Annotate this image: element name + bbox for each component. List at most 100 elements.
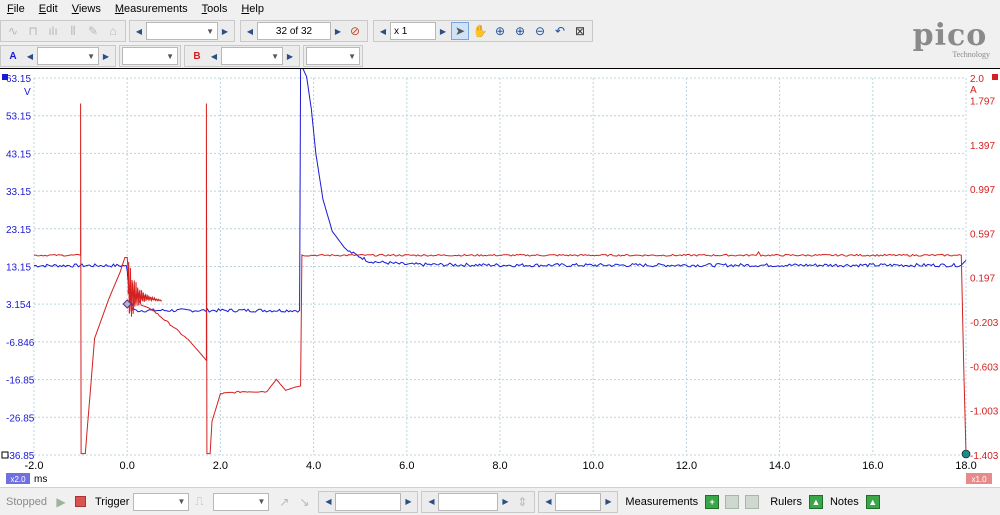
trigger-level-field[interactable] [335, 492, 402, 511]
channel-b-range-dropdown[interactable]: ▼ [221, 47, 283, 65]
zoom-next-button[interactable]: ▶ [436, 22, 450, 40]
x-tick-label: 16.0 [862, 460, 883, 472]
menu-help[interactable]: Help [234, 0, 271, 18]
pretrigger-group: ◀ ▶ ⇕ [421, 490, 536, 513]
channel-b-coupling-dropdown[interactable]: ▼ [306, 47, 360, 65]
left-tick-label: -16.85 [6, 376, 35, 387]
zoom-factor-field[interactable]: x 1 [390, 22, 436, 40]
logo-word: pico [912, 18, 988, 53]
buffer-next-button[interactable]: ▶ [331, 22, 345, 40]
select-pointer-icon[interactable]: ➤ [451, 22, 469, 40]
persistence-mode-icon[interactable]: ⊓ [24, 22, 42, 40]
buffer-prev-button[interactable]: ◀ [243, 22, 257, 40]
right-tick-label: 1.397 [970, 141, 995, 152]
trigger-level-next[interactable]: ▶ [401, 493, 415, 511]
timebase-prev-button[interactable]: ◀ [132, 22, 146, 40]
probe-icon[interactable]: ✎ [84, 22, 102, 40]
left-scale-badge-text: x2.0 [10, 475, 26, 484]
x-tick-label: 8.0 [492, 460, 507, 472]
channel-a-range-next[interactable]: ▶ [99, 47, 113, 65]
right-tick-label: -1.403 [970, 451, 999, 462]
right-tick-label: -0.603 [970, 362, 999, 373]
zoom-prev-button[interactable]: ◀ [376, 22, 390, 40]
channel-b-button[interactable]: B [187, 47, 207, 65]
right-scale-badge-text: x1.0 [971, 475, 987, 484]
stop-icon[interactable] [72, 493, 90, 511]
trigger-level-group: ◀ ▶ [318, 490, 419, 513]
add-view-icon[interactable]: ⫴ [64, 22, 82, 40]
spectrum-mode-icon[interactable]: ılı [44, 22, 62, 40]
left-tick-label: 63.15 [6, 74, 31, 85]
trigger-level-prev[interactable]: ◀ [321, 493, 335, 511]
time-axis-marker [1, 451, 9, 459]
timebase-dropdown[interactable]: ▼ [146, 22, 218, 40]
pretrigger-next[interactable]: ▶ [498, 493, 512, 511]
menu-edit[interactable]: Edit [32, 0, 65, 18]
channel-a-range-prev[interactable]: ◀ [23, 47, 37, 65]
delay-field[interactable] [555, 492, 602, 511]
x-tick-label: 12.0 [676, 460, 697, 472]
scope-view[interactable]: -2.0 0.0 2.0 4.0 6.0 8.0 10.0 12.0 14.0 16.0 18.0 m… [0, 63, 1000, 487]
left-tick-label: 43.15 [6, 149, 31, 160]
zoom-area-icon[interactable]: ⊕ [511, 22, 529, 40]
delete-measurement-icon[interactable] [745, 494, 760, 509]
x-tick-label: 14.0 [769, 460, 790, 472]
channel-b-range-next[interactable]: ▶ [283, 47, 297, 65]
channel-a-coupling-group: ▼ [119, 45, 181, 67]
run-icon[interactable]: ▶ [52, 493, 70, 511]
falling-edge-icon[interactable]: ↘ [295, 493, 313, 511]
rising-edge-icon[interactable]: ↗ [275, 493, 293, 511]
zoom-overview-icon[interactable]: ⊠ [571, 22, 589, 40]
pico-logo: pico Technology [904, 20, 996, 64]
delay-next[interactable]: ▶ [601, 493, 615, 511]
right-tick-label: -1.003 [970, 407, 999, 418]
x-tick-label: 4.0 [306, 460, 321, 472]
left-tick-label: 53.15 [6, 112, 31, 123]
rulers-toggle-icon[interactable]: ▲ [808, 494, 823, 509]
undo-zoom-icon[interactable]: ↶ [551, 22, 569, 40]
zoom-in-icon[interactable]: ⊕ [491, 22, 509, 40]
trigger-settings-icon[interactable]: ⎍ [190, 493, 208, 511]
channel-a-coupling-dropdown[interactable]: ▼ [122, 47, 178, 65]
left-tick-label: 33.15 [6, 187, 31, 198]
notes-label: Notes [829, 495, 859, 508]
trigger-label: Trigger [94, 495, 130, 508]
edit-measurement-icon[interactable] [725, 494, 740, 509]
timebase-next-button[interactable]: ▶ [218, 22, 232, 40]
left-tick-label: 13.15 [6, 263, 31, 274]
channel-a-range-dropdown[interactable]: ▼ [37, 47, 99, 65]
channel-a-button[interactable]: A [3, 47, 23, 65]
right-tick-label: -0.203 [970, 318, 999, 329]
delay-group: ◀ ▶ [538, 490, 619, 513]
status-bar: Stopped ▶ Trigger ▼ ⎍ ▼ ↗ ↘ ◀ ▶ ◀ ▶ ⇕ ◀ … [0, 487, 1000, 515]
pretrigger-slider-icon[interactable]: ⇕ [513, 493, 531, 511]
left-tick-label: -26.85 [6, 413, 35, 424]
buffer-navigator-icon[interactable]: ⊘ [346, 22, 364, 40]
zoom-out-icon[interactable]: ⊖ [531, 22, 549, 40]
menu-file[interactable]: File [0, 0, 32, 18]
right-tick-label: 0.997 [970, 185, 995, 196]
channel-b-coupling-group: ▼ [303, 45, 363, 67]
end-marker [961, 449, 971, 459]
pretrigger-field[interactable] [438, 492, 499, 511]
menu-tools[interactable]: Tools [195, 0, 235, 18]
x-tick-label: 10.0 [582, 460, 603, 472]
menu-measurements[interactable]: Measurements [108, 0, 195, 18]
channel-b-range-prev[interactable]: ◀ [207, 47, 221, 65]
trigger-channel-dropdown[interactable]: ▼ [213, 492, 270, 511]
timebase-group: ◀ ▼ ▶ [129, 20, 235, 42]
notes-toggle-icon[interactable]: ▲ [865, 494, 880, 509]
trigger-mode-dropdown[interactable]: ▼ [133, 492, 190, 511]
buffer-position-field[interactable]: 32 of 32 [257, 22, 331, 40]
oscilloscope-chart[interactable]: -2.0 0.0 2.0 4.0 6.0 8.0 10.0 12.0 14.0 16.0 18.0m… [0, 63, 1000, 487]
delay-prev[interactable]: ◀ [541, 493, 555, 511]
scope-mode-icon[interactable]: ∿ [4, 22, 22, 40]
x-tick-label: 6.0 [399, 460, 414, 472]
menu-views[interactable]: Views [65, 0, 108, 18]
right-tick-label: 0.197 [970, 274, 995, 285]
hand-tool-icon[interactable]: ✋ [471, 22, 489, 40]
home-icon[interactable]: ⌂ [104, 22, 122, 40]
add-measurement-icon[interactable]: + [705, 494, 720, 509]
pretrigger-prev[interactable]: ◀ [424, 493, 438, 511]
channel-b-group: B ◀ ▼ ▶ [184, 45, 300, 67]
